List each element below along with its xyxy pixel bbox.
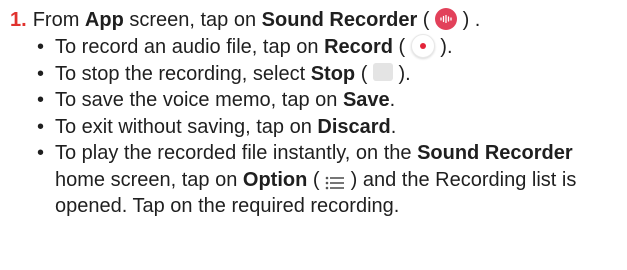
list-item: • To save the voice memo, tap on Save. <box>37 87 617 114</box>
option-list-icon <box>325 171 345 190</box>
list-item: • To play the recorded file instantly, o… <box>37 142 577 217</box>
sound-recorder-app-icon <box>435 7 458 30</box>
step-1: 1. From App screen, tap on Sound Recorder… <box>10 7 481 31</box>
option-label: Option <box>242 168 308 191</box>
list-item: • To record an audio file, tap on Record… <box>37 33 617 61</box>
sound-recorder-label: Sound Recorder <box>417 142 573 164</box>
bullet-list: • To record an audio file, tap on Record… <box>37 33 617 220</box>
list-item: • To exit without saving, tap on Discard… <box>37 114 617 141</box>
record-label: Record <box>324 36 393 58</box>
instruction-page: 1. From App screen, tap on Sound Recorder… <box>0 0 627 270</box>
discard-label: Discard <box>317 115 391 138</box>
stop-label: Stop <box>310 62 356 85</box>
step-text: From <box>32 9 85 31</box>
step-number: 1. <box>10 9 27 31</box>
bullet-dot: • <box>37 142 45 164</box>
sound-recorder-label: Sound Recorder <box>261 9 418 31</box>
bullet-dot: • <box>37 89 45 111</box>
bullet-dot: • <box>37 36 45 58</box>
save-label: Save <box>342 89 390 111</box>
stop-icon <box>372 63 393 82</box>
bullet-dot: • <box>37 115 45 138</box>
bullet-dot: • <box>37 62 45 85</box>
list-item: • To stop the recording, select Stop ( )… <box>37 61 617 88</box>
record-icon <box>410 33 435 58</box>
app-label: App <box>84 9 124 31</box>
